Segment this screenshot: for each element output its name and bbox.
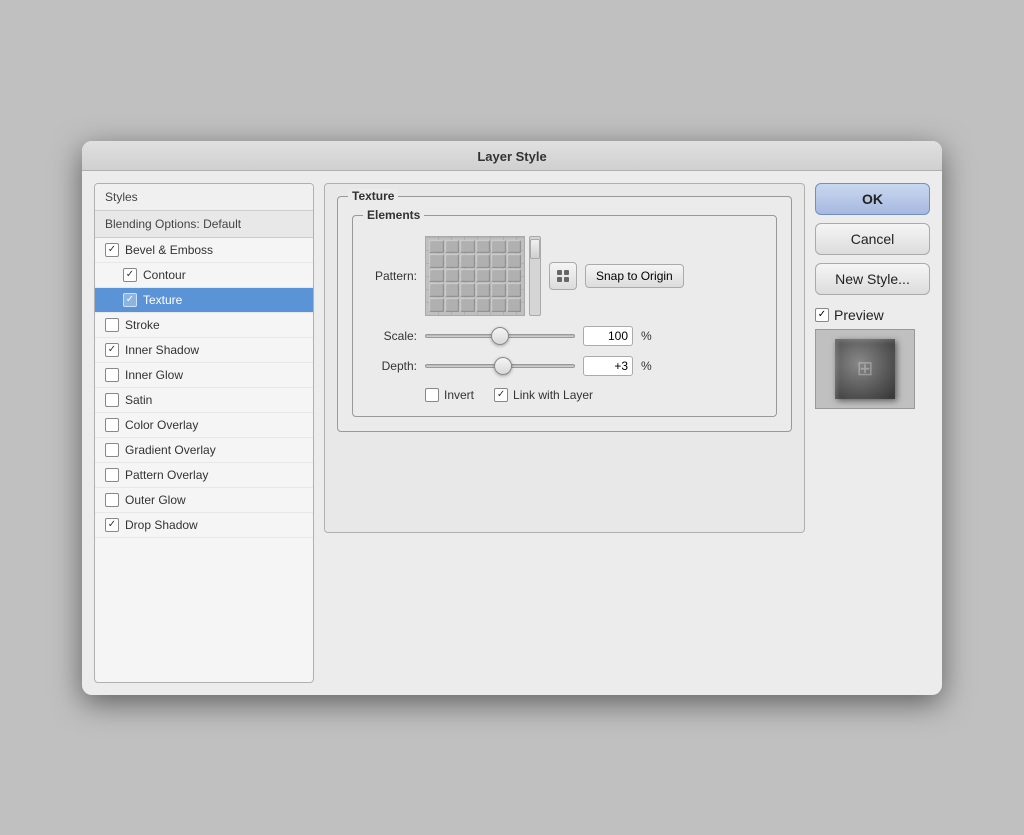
- label-inner-shadow: Inner Shadow: [125, 343, 199, 357]
- pattern-row: Pattern:: [367, 236, 762, 316]
- depth-percent: %: [641, 359, 652, 373]
- depth-row: Depth: %: [367, 356, 762, 376]
- depth-thumb[interactable]: [494, 357, 512, 375]
- invert-text: Invert: [444, 388, 474, 402]
- pattern-preview[interactable]: [425, 236, 525, 316]
- scale-thumb[interactable]: [491, 327, 509, 345]
- styles-header: Styles: [95, 184, 313, 211]
- label-satin: Satin: [125, 393, 152, 407]
- checkbox-satin: [105, 393, 119, 407]
- invert-label[interactable]: Invert: [425, 388, 474, 402]
- depth-slider[interactable]: [425, 364, 575, 368]
- checkbox-outer-glow: [105, 493, 119, 507]
- sidebar-item-inner-glow[interactable]: Inner Glow: [95, 363, 313, 388]
- checkbox-color-overlay: [105, 418, 119, 432]
- pattern-grid: [426, 237, 524, 315]
- depth-input[interactable]: [583, 356, 633, 376]
- preview-icon: ⊞: [857, 356, 874, 381]
- pattern-scrollbar[interactable]: [529, 236, 541, 316]
- preview-canvas: ⊞: [815, 329, 915, 409]
- sidebar-item-texture[interactable]: ✓ Texture: [95, 288, 313, 313]
- pattern-label: Pattern:: [367, 269, 417, 283]
- sidebar-item-inner-shadow[interactable]: ✓ Inner Shadow: [95, 338, 313, 363]
- label-gradient-overlay: Gradient Overlay: [125, 443, 216, 457]
- label-color-overlay: Color Overlay: [125, 418, 198, 432]
- checkbox-bevel-emboss: ✓: [105, 243, 119, 257]
- cancel-button[interactable]: Cancel: [815, 223, 930, 255]
- dialog-title: Layer Style: [82, 141, 942, 171]
- scale-input[interactable]: [583, 326, 633, 346]
- link-with-layer-label[interactable]: ✓ Link with Layer: [494, 388, 593, 402]
- label-stroke: Stroke: [125, 318, 160, 332]
- layer-style-dialog: Layer Style Styles Blending Options: Def…: [82, 141, 942, 695]
- new-style-button[interactable]: New Style...: [815, 263, 930, 295]
- pattern-icon-button[interactable]: [549, 262, 577, 290]
- checkbox-texture: ✓: [123, 293, 137, 307]
- checkbox-row: Invert ✓ Link with Layer: [367, 388, 762, 402]
- center-panel: Texture Elements Pattern:: [324, 183, 805, 683]
- blending-options-header: Blending Options: Default: [95, 211, 313, 238]
- scale-label: Scale:: [367, 329, 417, 343]
- sidebar-item-stroke[interactable]: Stroke: [95, 313, 313, 338]
- link-with-layer-text: Link with Layer: [513, 388, 593, 402]
- checkbox-inner-glow: [105, 368, 119, 382]
- texture-group: Texture Elements Pattern:: [337, 196, 792, 432]
- sidebar-item-contour[interactable]: ✓ Contour: [95, 263, 313, 288]
- left-panel: Styles Blending Options: Default ✓ Bevel …: [94, 183, 314, 683]
- invert-checkbox[interactable]: [425, 388, 439, 402]
- link-with-layer-checkbox[interactable]: ✓: [494, 388, 508, 402]
- sidebar-item-drop-shadow[interactable]: ✓ Drop Shadow: [95, 513, 313, 538]
- sidebar-item-bevel-emboss[interactable]: ✓ Bevel & Emboss: [95, 238, 313, 263]
- snap-to-origin-button[interactable]: Snap to Origin: [585, 264, 684, 288]
- checkbox-drop-shadow: ✓: [105, 518, 119, 532]
- sidebar-item-color-overlay[interactable]: Color Overlay: [95, 413, 313, 438]
- pattern-scrollbar-thumb: [530, 239, 540, 259]
- label-pattern-overlay: Pattern Overlay: [125, 468, 208, 482]
- sidebar-item-gradient-overlay[interactable]: Gradient Overlay: [95, 438, 313, 463]
- label-bevel-emboss: Bevel & Emboss: [125, 243, 213, 257]
- preview-checkbox[interactable]: ✓: [815, 308, 829, 322]
- right-panel: OK Cancel New Style... ✓ Preview ⊞: [815, 183, 930, 683]
- content-area: Texture Elements Pattern:: [324, 183, 805, 533]
- label-contour: Contour: [143, 268, 186, 282]
- preview-label-row: ✓ Preview: [815, 307, 884, 323]
- elements-group: Elements Pattern:: [352, 215, 777, 417]
- checkbox-inner-shadow: ✓: [105, 343, 119, 357]
- label-drop-shadow: Drop Shadow: [125, 518, 198, 532]
- texture-group-label: Texture: [348, 189, 398, 203]
- ok-button[interactable]: OK: [815, 183, 930, 215]
- label-inner-glow: Inner Glow: [125, 368, 183, 382]
- sidebar-item-outer-glow[interactable]: Outer Glow: [95, 488, 313, 513]
- checkbox-pattern-overlay: [105, 468, 119, 482]
- preview-thumbnail: ⊞: [835, 339, 895, 399]
- elements-group-label: Elements: [363, 208, 424, 222]
- depth-label: Depth:: [367, 359, 417, 373]
- checkbox-gradient-overlay: [105, 443, 119, 457]
- scale-percent: %: [641, 329, 652, 343]
- scale-row: Scale: %: [367, 326, 762, 346]
- label-outer-glow: Outer Glow: [125, 493, 186, 507]
- sidebar-item-pattern-overlay[interactable]: Pattern Overlay: [95, 463, 313, 488]
- label-texture: Texture: [143, 293, 182, 307]
- scale-slider[interactable]: [425, 334, 575, 338]
- preview-section: ✓ Preview ⊞: [815, 307, 930, 409]
- checkbox-contour: ✓: [123, 268, 137, 282]
- sidebar-item-satin[interactable]: Satin: [95, 388, 313, 413]
- checkbox-stroke: [105, 318, 119, 332]
- preview-label: Preview: [834, 307, 884, 323]
